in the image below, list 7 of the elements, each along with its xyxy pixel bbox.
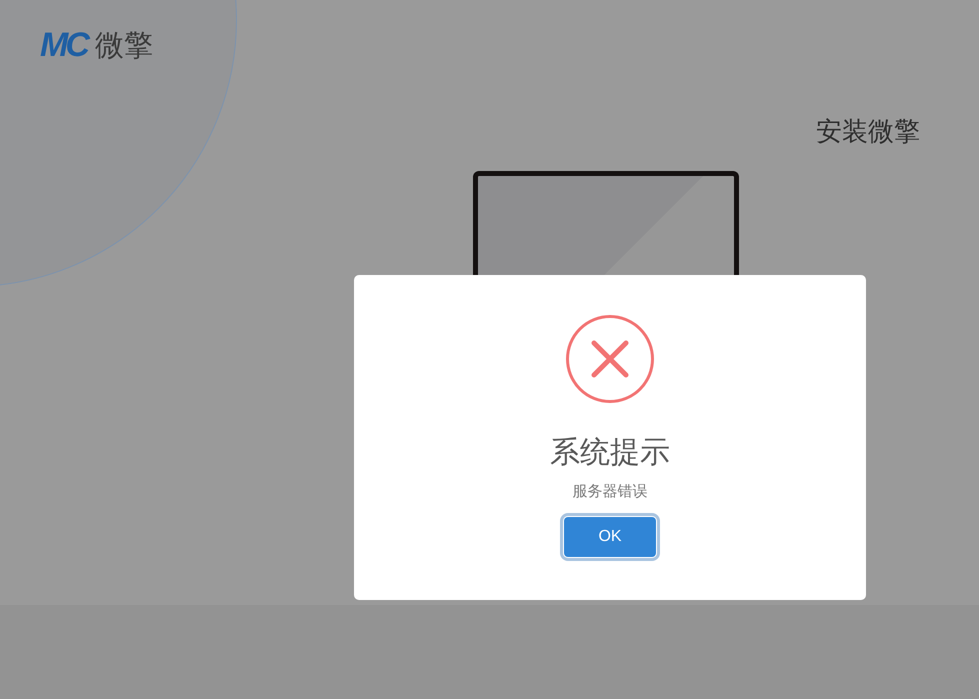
dialog-message: 服务器错误	[572, 481, 648, 502]
ok-button[interactable]: OK	[564, 517, 656, 557]
page-title: 安装微擎	[816, 116, 920, 149]
dialog-title: 系统提示	[550, 435, 670, 471]
logo-name: 微擎	[94, 27, 153, 64]
error-icon	[566, 315, 654, 403]
logo-mark: MC	[40, 26, 87, 64]
